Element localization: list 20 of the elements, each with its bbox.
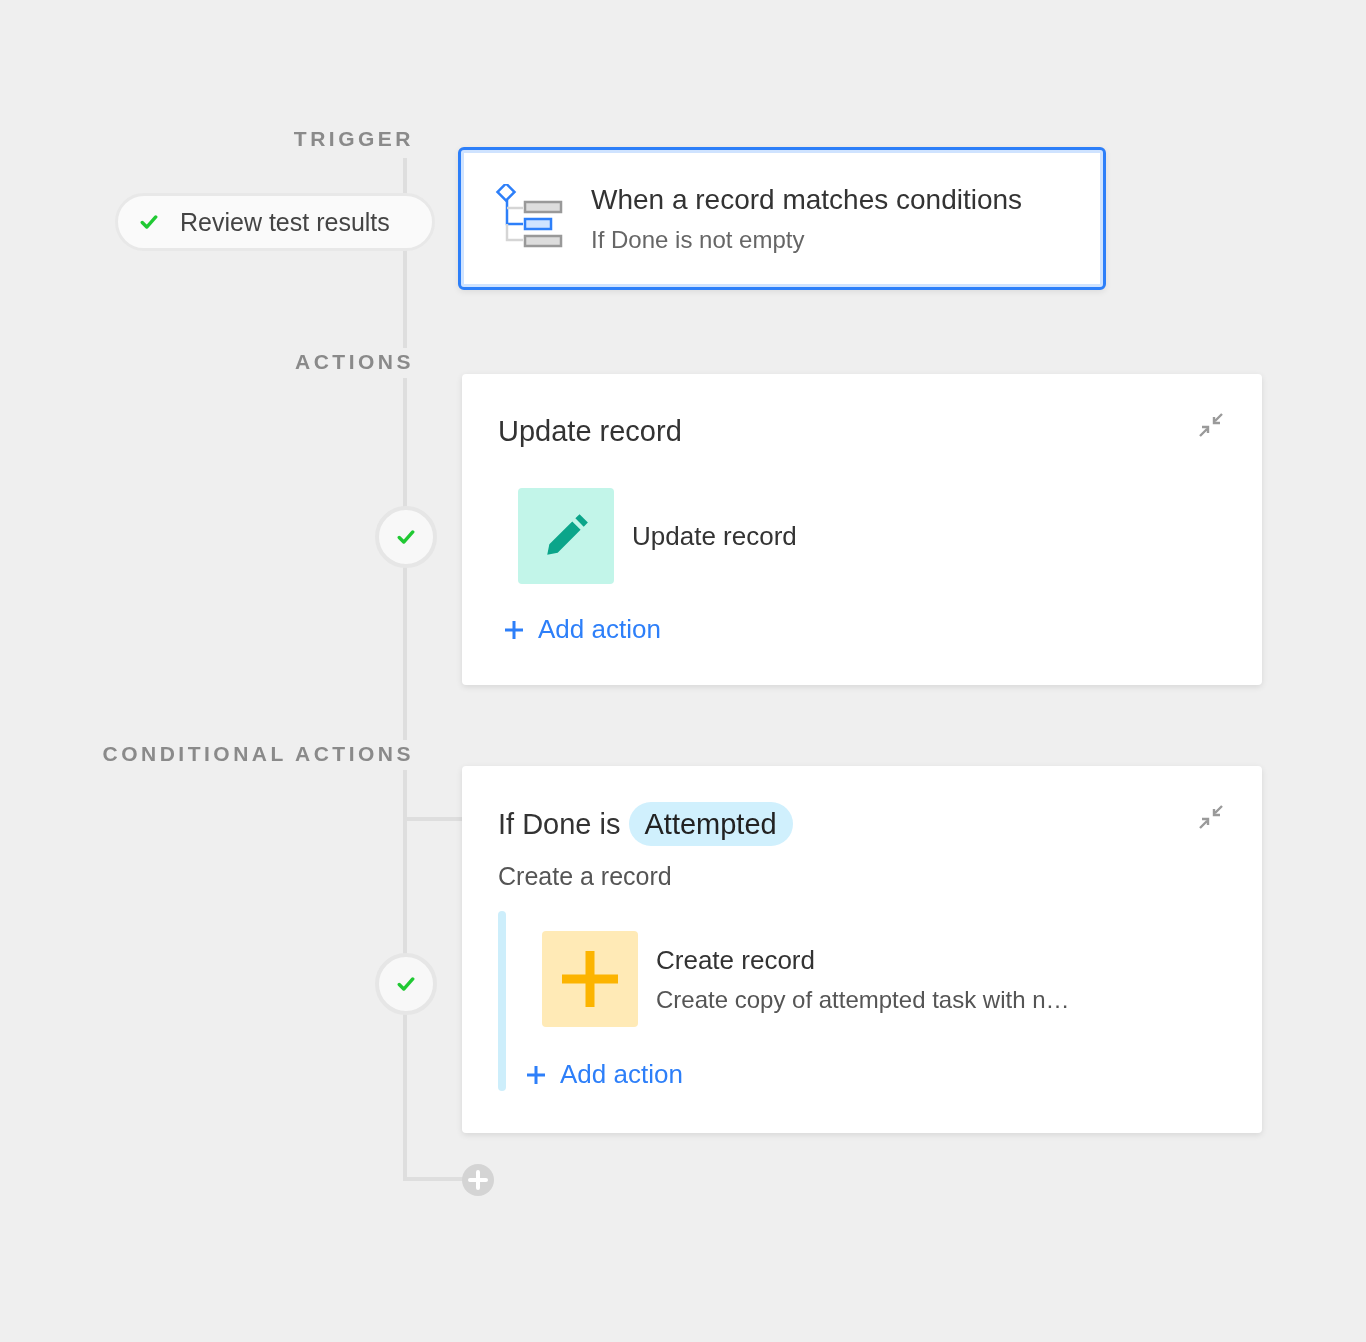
- trigger-card[interactable]: When a record matches conditions If Done is not empty: [458, 147, 1106, 290]
- add-action-link[interactable]: Add action: [504, 614, 661, 645]
- plus-icon: [526, 1064, 546, 1085]
- add-step-button[interactable]: [462, 1164, 494, 1196]
- trigger-title: When a record matches conditions: [591, 183, 1023, 216]
- card-title: Update record: [498, 414, 682, 449]
- action-item[interactable]: Create record Create copy of attempted task with n…: [542, 931, 1070, 1027]
- group-label: Create a record: [498, 862, 673, 891]
- test-results-button[interactable]: Review test results: [115, 193, 435, 251]
- collapse-button[interactable]: [1198, 804, 1224, 830]
- condition-value-tag: Attempted: [628, 802, 793, 846]
- action-item[interactable]: Update record: [518, 488, 1226, 584]
- plus-icon: [560, 949, 620, 1009]
- plus-icon: [504, 619, 524, 640]
- collapse-button[interactable]: [1198, 412, 1224, 438]
- condition-label: If Done is: [498, 807, 621, 842]
- add-action-link[interactable]: Add action: [526, 1059, 683, 1090]
- check-icon: [397, 975, 415, 993]
- check-icon: [397, 528, 415, 546]
- trigger-condition: If Done is not empty: [591, 225, 806, 254]
